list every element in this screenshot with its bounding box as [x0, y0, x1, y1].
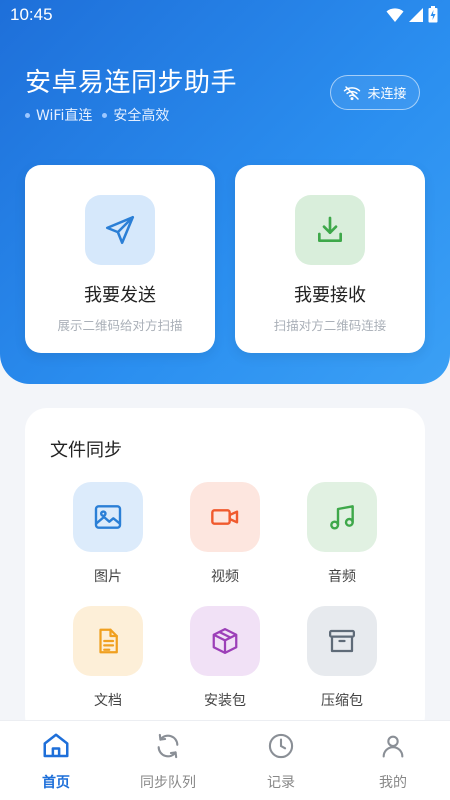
- category-archives[interactable]: 压缩包: [307, 606, 377, 710]
- tab-label: 同步队列: [140, 775, 196, 791]
- music-icon: [330, 505, 354, 530]
- cell-signal-icon: [409, 7, 423, 22]
- category-icon-box: [73, 482, 143, 552]
- bottom-tab-bar: 首页 同步队列 记录 我的: [0, 720, 450, 800]
- tab-label: 记录: [267, 775, 295, 791]
- tab-home[interactable]: 首页: [11, 729, 101, 792]
- user-icon: [382, 735, 404, 758]
- feature-tag-label: WiFi直连: [36, 108, 93, 124]
- home-icon: [43, 733, 69, 758]
- category-label: 视频: [211, 569, 239, 585]
- feature-tag: WiFi直连: [25, 105, 92, 125]
- category-icon-box: [307, 482, 377, 552]
- tab-icon-wrap: [348, 729, 438, 763]
- tab-icon-wrap: [11, 729, 101, 763]
- tab-profile[interactable]: 我的: [348, 729, 438, 792]
- category-icon-box: [307, 606, 377, 676]
- receive-sub: 扫描对方二维码连接: [273, 318, 387, 333]
- connection-status-label: 未连接: [367, 87, 407, 102]
- wifi-signal-icon: [386, 7, 404, 22]
- category-videos[interactable]: 视频: [190, 482, 260, 586]
- app-title: 安卓易连同步助手: [25, 68, 238, 98]
- feature-tags: WiFi直连 安全高效: [25, 105, 169, 125]
- category-label: 音频: [328, 569, 356, 585]
- feature-tag-label: 安全高效: [113, 108, 170, 124]
- image-icon: [94, 505, 122, 529]
- category-icon-box: [190, 482, 260, 552]
- category-label: 压缩包: [321, 693, 363, 709]
- category-label: 图片: [94, 569, 122, 585]
- feature-tag: 安全高效: [102, 105, 169, 125]
- receive-card[interactable]: 我要接收 扫描对方二维码连接: [235, 165, 425, 353]
- status-icons: [386, 6, 438, 23]
- file-sync-panel: 文件同步 图片 视频 音频 文档 安装包 压缩包: [25, 408, 425, 738]
- receive-icon-box: [295, 195, 365, 265]
- status-time: 10:45: [10, 5, 53, 24]
- category-label: 安装包: [204, 693, 246, 709]
- file-sync-title: 文件同步: [50, 440, 122, 461]
- connection-status-button[interactable]: 未连接: [330, 75, 420, 110]
- category-audio[interactable]: 音频: [307, 482, 377, 586]
- category-icon-box: [73, 606, 143, 676]
- clock-icon: [268, 733, 294, 759]
- tab-sync-queue[interactable]: 同步队列: [123, 729, 213, 792]
- send-card[interactable]: 我要发送 展示二维码给对方扫描: [25, 165, 215, 353]
- download-icon: [318, 216, 342, 242]
- send-icon-box: [85, 195, 155, 265]
- document-icon: [99, 628, 118, 654]
- status-bar: 10:45: [0, 0, 450, 30]
- send-icon: [105, 215, 135, 245]
- package-icon: [212, 628, 238, 654]
- category-images[interactable]: 图片: [73, 482, 143, 586]
- battery-icon: [428, 6, 438, 23]
- tab-records[interactable]: 记录: [236, 729, 326, 792]
- category-documents[interactable]: 文档: [73, 606, 143, 710]
- video-icon: [211, 509, 239, 525]
- category-label: 文档: [94, 693, 122, 709]
- tab-icon-wrap: [123, 729, 213, 763]
- archive-icon: [329, 629, 355, 653]
- tab-label: 我的: [379, 775, 407, 791]
- bullet-dot: [25, 112, 30, 118]
- send-sub: 展示二维码给对方扫描: [57, 318, 183, 333]
- wifi-off-icon: [344, 85, 361, 100]
- sync-icon: [157, 733, 179, 759]
- send-label: 我要发送: [84, 285, 156, 306]
- tab-icon-wrap: [236, 729, 326, 763]
- category-packages[interactable]: 安装包: [190, 606, 260, 710]
- tab-label: 首页: [42, 775, 70, 791]
- category-icon-box: [190, 606, 260, 676]
- receive-label: 我要接收: [294, 285, 366, 306]
- bullet-dot: [102, 112, 108, 118]
